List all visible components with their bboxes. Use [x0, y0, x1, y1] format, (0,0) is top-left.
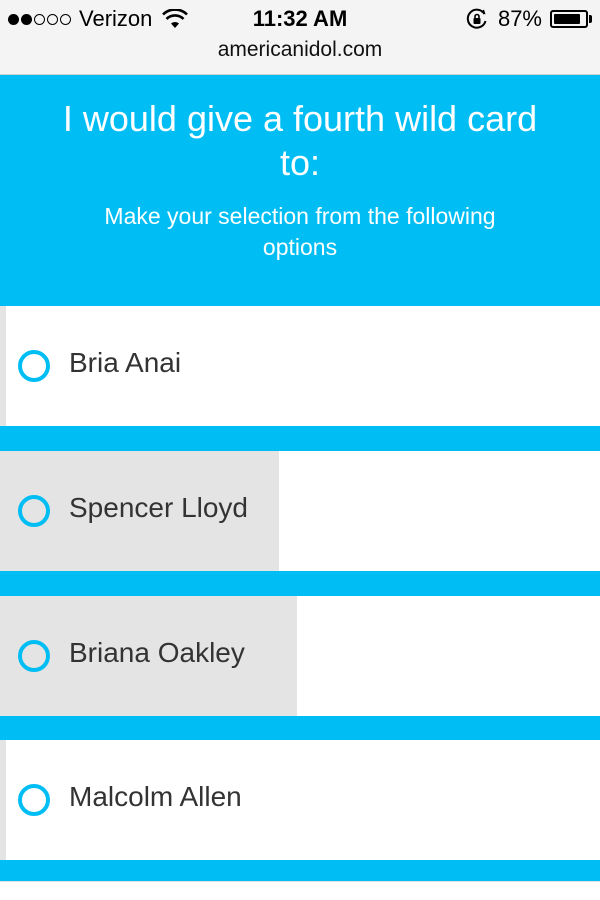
radio-button-icon[interactable]	[18, 784, 50, 816]
radio-button-icon[interactable]	[18, 350, 50, 382]
option-label: Briana Oakley	[69, 637, 245, 668]
battery-percent: 87%	[497, 6, 542, 31]
poll-option-spencer-lloyd[interactable]: Spencer Lloyd	[0, 451, 600, 571]
battery-tip	[589, 15, 592, 23]
radio-button-icon[interactable]	[18, 640, 50, 672]
poll-option-malcolm-allen[interactable]: Malcolm Allen	[0, 740, 600, 860]
status-right: 87%	[466, 6, 592, 32]
poll-card: I would give a fourth wild card to: Make…	[0, 75, 600, 900]
poll-question: I would give a fourth wild card to:	[62, 98, 538, 183]
radio-button-icon[interactable]	[18, 495, 50, 527]
option-label: Bria Anai	[69, 347, 182, 378]
address-bar[interactable]: americanidol.com	[0, 38, 600, 75]
battery-icon	[550, 10, 588, 28]
poll-instructions: Make your selection from the following o…	[104, 203, 496, 260]
poll-option-briana-oakley[interactable]: Briana Oakley	[0, 596, 600, 716]
poll-option-bria-anai[interactable]: Bria Anai	[0, 306, 600, 426]
poll-header: I would give a fourth wild card to: Make…	[0, 75, 600, 306]
next-option-edge	[0, 881, 600, 900]
rotation-lock-icon	[466, 8, 487, 29]
option-label: Spencer Lloyd	[69, 492, 249, 523]
option-label: Malcolm Allen	[69, 781, 242, 812]
status-bar: Verizon 11:32 AM 87%	[0, 0, 600, 38]
